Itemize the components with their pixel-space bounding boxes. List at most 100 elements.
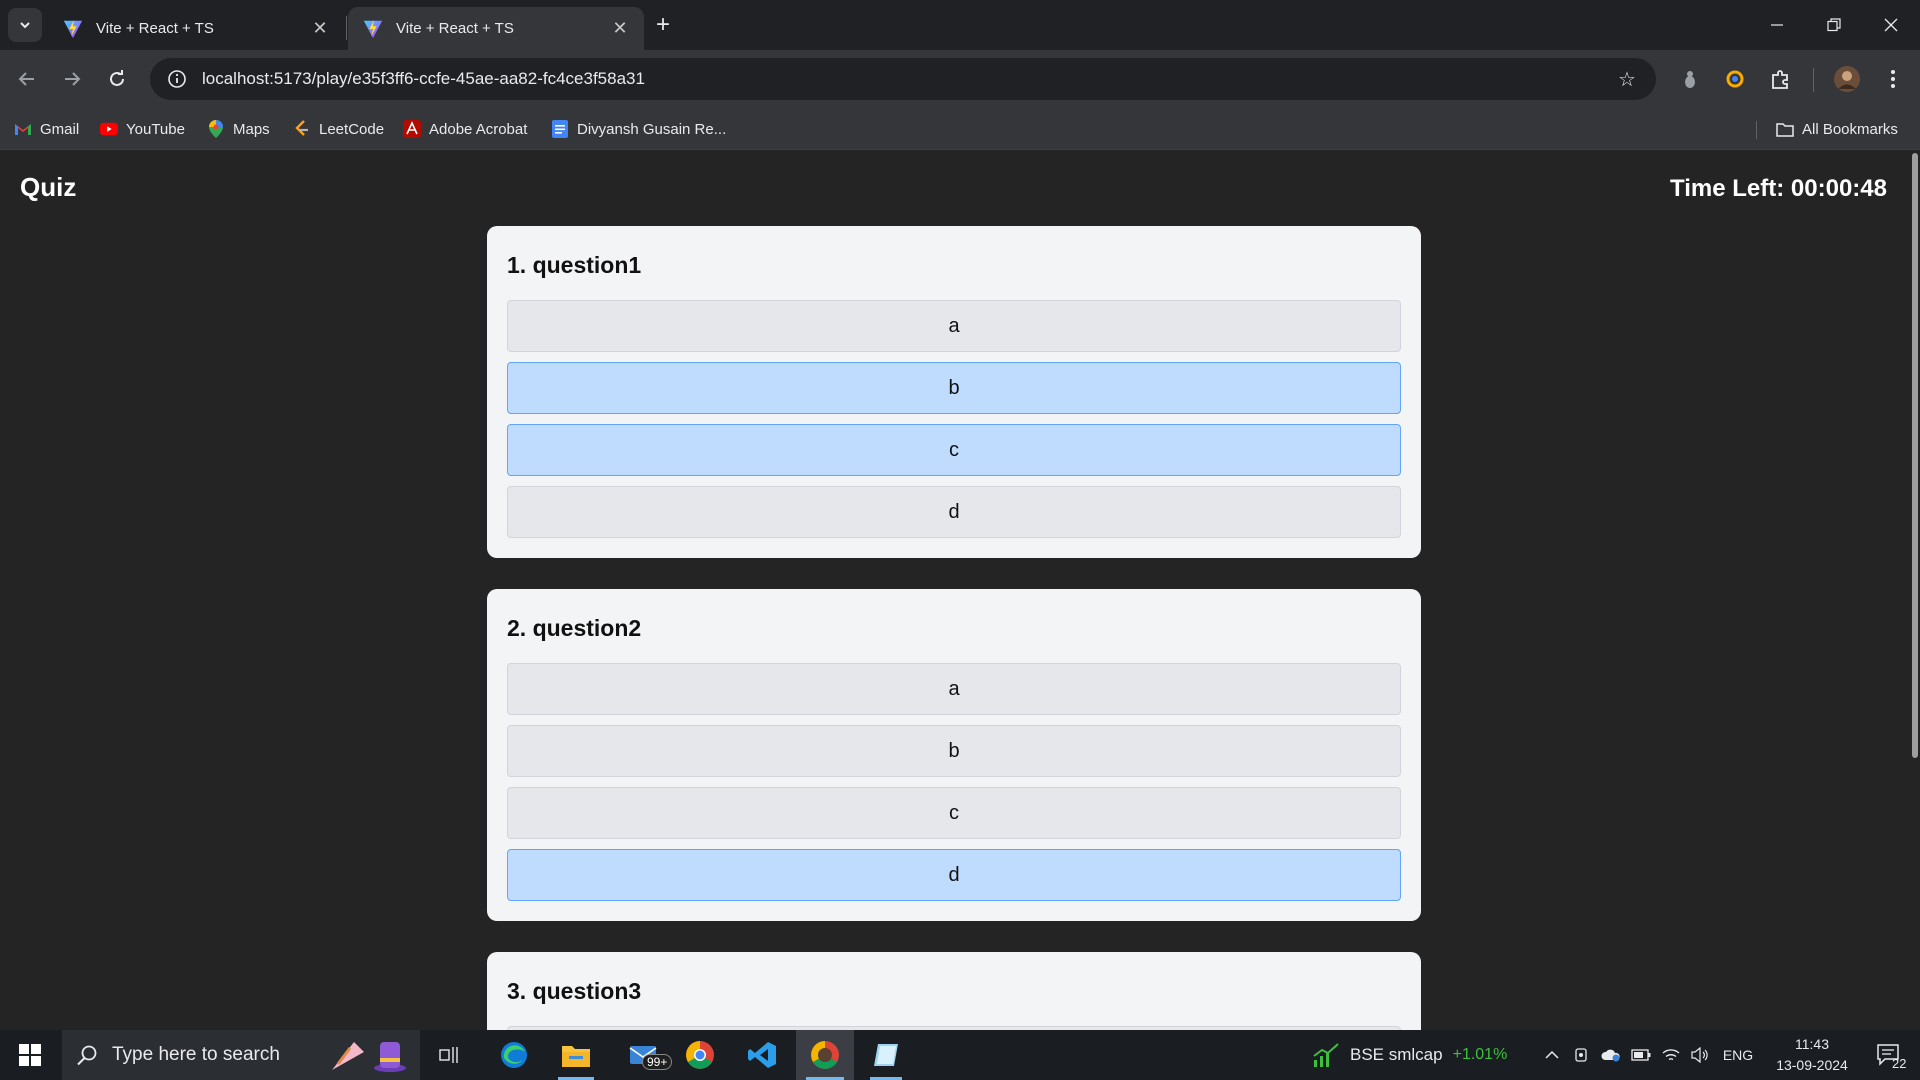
restore-icon (1827, 18, 1841, 32)
folder-icon (1776, 120, 1794, 138)
chrome-taskbar-icon[interactable] (674, 1030, 726, 1080)
more-menu-icon[interactable] (1876, 62, 1910, 96)
tab-active[interactable]: Vite + React + TS ✕ (348, 7, 644, 50)
tab-divider (346, 16, 347, 40)
bookmarks-bar: Gmail YouTube Maps LeetCode Adobe Acroba… (0, 108, 1920, 150)
arrow-left-icon (18, 72, 34, 86)
bookmark-divyansh-resume[interactable]: Divyansh Gusain Re... (551, 117, 726, 141)
language-label: ENG (1722, 1047, 1754, 1063)
tab-inactive[interactable]: Vite + React + TS ✕ (48, 7, 344, 50)
bookmark-label: YouTube (126, 120, 185, 138)
question-card-1: 1. question1 a b c d (487, 226, 1421, 558)
bookmark-youtube[interactable]: YouTube (100, 117, 185, 141)
windows-taskbar: Type here to search 99+ BSE smlcap +1.01… (0, 1030, 1920, 1080)
extensions-puzzle-icon[interactable] (1764, 62, 1798, 96)
question-title: 1. question1 (507, 252, 642, 278)
notification-center-button[interactable]: 22 (1864, 1030, 1914, 1080)
toolbar-divider (1813, 68, 1814, 92)
edge-taskbar-icon[interactable] (488, 1030, 540, 1080)
vscode-taskbar-icon[interactable] (736, 1030, 788, 1080)
option-c[interactable]: c (507, 787, 1401, 839)
forward-button[interactable] (55, 62, 89, 96)
chevron-down-icon (20, 22, 30, 29)
bookmark-adobe-acrobat[interactable]: Adobe Acrobat (403, 117, 527, 141)
profile-avatar[interactable] (1830, 62, 1864, 96)
mail-taskbar-icon[interactable]: 99+ (612, 1030, 676, 1080)
tab-title: Vite + React + TS (396, 20, 514, 37)
app-taskbar-icon[interactable] (860, 1030, 912, 1080)
reload-icon (110, 70, 124, 86)
site-info-icon[interactable] (156, 69, 198, 89)
extension-icon[interactable] (1673, 62, 1707, 96)
scrollbar-thumb[interactable] (1912, 153, 1918, 758)
close-tab-icon[interactable]: ✕ (308, 17, 332, 41)
search-icon (77, 1045, 97, 1066)
search-placeholder: Type here to search (112, 1044, 280, 1065)
close-icon (1884, 18, 1898, 32)
option-c-selected[interactable]: c (507, 424, 1401, 476)
youtube-icon (100, 120, 118, 138)
acrobat-icon (403, 120, 421, 138)
bookmark-label: Gmail (40, 120, 80, 138)
scrollbar[interactable] (1910, 151, 1920, 1030)
bookmark-leetcode[interactable]: LeetCode (293, 117, 384, 141)
minimize-button[interactable] (1749, 0, 1805, 50)
bookmark-maps[interactable]: Maps (207, 117, 270, 141)
question-card-3: 3. question3 (487, 952, 1421, 1030)
address-bar[interactable]: localhost:5173/play/e35f3ff6-ccfe-45ae-a… (150, 58, 1656, 100)
notification-count: 22 (1892, 1056, 1907, 1071)
option-a[interactable]: a (507, 300, 1401, 352)
option-b-selected[interactable]: b (507, 362, 1401, 414)
onedrive-icon[interactable] (1597, 1030, 1625, 1080)
bookmark-label: Divyansh Gusain Re... (577, 120, 727, 138)
file-explorer-icon[interactable] (550, 1030, 602, 1080)
bookmarks-divider (1756, 121, 1757, 139)
volume-icon[interactable] (1686, 1030, 1714, 1080)
option-a[interactable]: a (507, 663, 1401, 715)
gmail-icon (14, 120, 32, 138)
bookmark-gmail[interactable]: Gmail (14, 117, 79, 141)
taskbar-search[interactable]: Type here to search (62, 1030, 420, 1080)
tab-title: Vite + React + TS (96, 20, 214, 37)
back-button[interactable] (10, 62, 44, 96)
stock-change: +1.01% (1452, 1046, 1508, 1063)
bookmark-label: LeetCode (319, 120, 385, 138)
docs-icon (551, 120, 569, 138)
mail-badge: 99+ (642, 1054, 673, 1070)
option-b[interactable]: b (507, 725, 1401, 777)
reload-button[interactable] (100, 62, 134, 96)
task-view-button[interactable] (430, 1030, 470, 1080)
lens-extension-icon[interactable] (1718, 62, 1752, 96)
close-window-button[interactable] (1863, 0, 1919, 50)
meet-icon[interactable] (1568, 1030, 1596, 1080)
page-title: Quiz (20, 172, 77, 202)
clock-date: 13-09-2024 (1776, 1057, 1848, 1073)
question-title: 2. question2 (507, 615, 642, 641)
leetcode-icon (293, 120, 311, 138)
clock[interactable]: 11:43 13-09-2024 (1762, 1034, 1862, 1076)
language-indicator[interactable]: ENG (1718, 1030, 1758, 1080)
tray-overflow-icon[interactable] (1538, 1030, 1566, 1080)
question-card-2: 2. question2 a b c d (487, 589, 1421, 921)
vite-icon (363, 19, 383, 38)
option-d-selected[interactable]: d (507, 849, 1401, 901)
chrome-profile-taskbar-icon[interactable] (796, 1030, 854, 1080)
minimize-icon (1771, 24, 1783, 26)
close-tab-icon[interactable]: ✕ (608, 17, 632, 41)
start-button[interactable] (0, 1030, 60, 1080)
stock-widget[interactable]: BSE smlcap +1.01% (1312, 1030, 1518, 1080)
option-d[interactable]: d (507, 486, 1401, 538)
windows-icon (19, 1044, 41, 1066)
vite-icon (63, 19, 83, 38)
restore-button[interactable] (1806, 0, 1862, 50)
question-title: 3. question3 (507, 978, 642, 1004)
clock-time: 11:43 (1795, 1036, 1829, 1052)
stock-name: BSE smlcap (1350, 1045, 1443, 1064)
wifi-icon[interactable] (1657, 1030, 1685, 1080)
bookmark-star-icon[interactable]: ☆ (1606, 67, 1648, 92)
url-text[interactable]: localhost:5173/play/e35f3ff6-ccfe-45ae-a… (198, 69, 1606, 89)
new-tab-button[interactable]: + (648, 10, 678, 40)
all-bookmarks-button[interactable]: All Bookmarks (1776, 117, 1898, 141)
tab-search-button[interactable] (8, 8, 42, 42)
battery-icon[interactable] (1627, 1030, 1655, 1080)
